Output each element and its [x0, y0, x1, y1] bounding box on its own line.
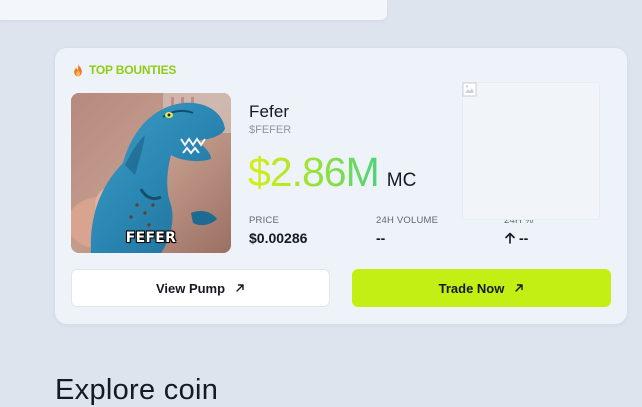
top-bounty-card: TOP BOUNTIES FEFER Fefer $FEFER $2.86M M…: [55, 48, 627, 324]
volume-value: --: [376, 230, 386, 246]
view-pump-label: View Pump: [155, 280, 226, 296]
market-cap: $2.86M MC: [248, 152, 416, 193]
price-label: PRICE: [249, 215, 280, 226]
market-cap-value: $2.86M: [248, 149, 380, 195]
trade-now-button[interactable]: Trade Now: [352, 269, 611, 307]
arrow-up-right-icon: [236, 284, 244, 292]
token-name[interactable]: Fefer: [249, 102, 289, 122]
volume-label: 24H VOLUME: [376, 215, 439, 226]
token-image[interactable]: FEFER: [71, 93, 231, 253]
trade-now-label: Trade Now: [438, 280, 505, 296]
token-ticker: $FEFER: [249, 124, 292, 136]
explore-heading: Explore coin: [55, 374, 219, 406]
price-chart: [462, 82, 600, 220]
price-value: $0.00286: [249, 230, 308, 246]
arrow-up-right-icon: [515, 284, 524, 292]
token-image-caption: FEFER: [125, 230, 177, 246]
broken-image-icon: [462, 82, 477, 97]
section-title: TOP BOUNTIES: [89, 63, 177, 77]
flame-icon: [74, 63, 82, 77]
change-value: --: [519, 230, 529, 246]
token-image-art: [71, 93, 231, 253]
previous-card: [0, 0, 387, 20]
view-pump-button[interactable]: View Pump: [71, 269, 330, 307]
section-header: TOP BOUNTIES: [72, 63, 176, 77]
price-stat: PRICE $0.00286: [249, 215, 307, 246]
arrow-up-icon: [505, 232, 515, 244]
market-cap-unit: MC: [386, 170, 417, 191]
volume-stat: 24H VOLUME --: [376, 215, 438, 246]
